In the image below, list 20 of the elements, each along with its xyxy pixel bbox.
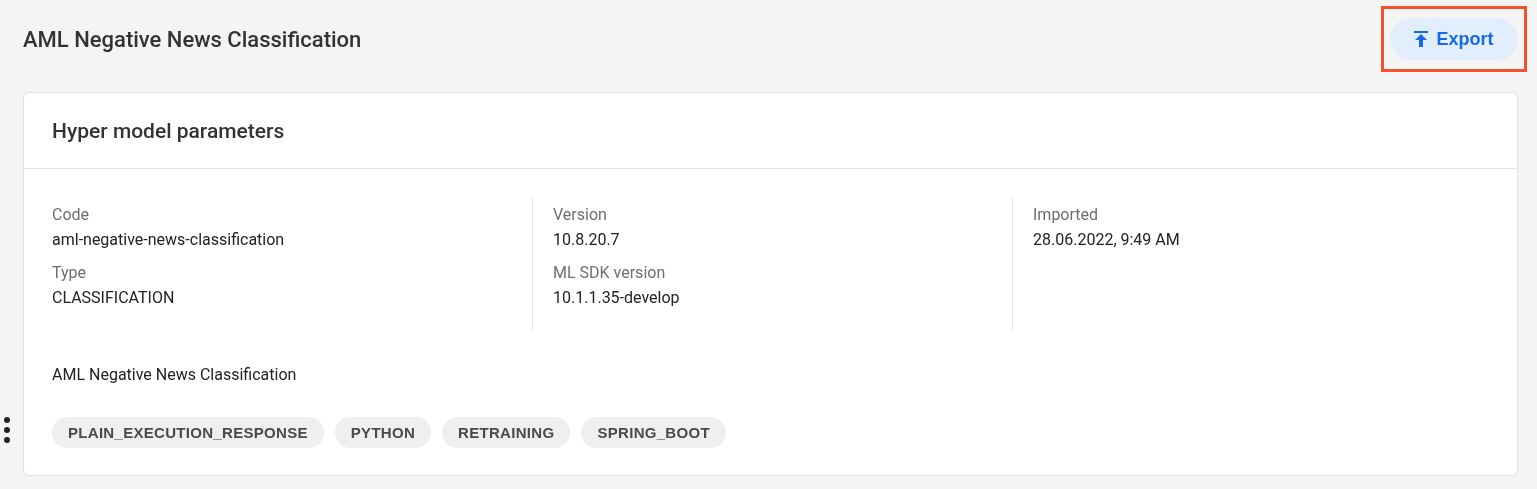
more-options-icon[interactable] [3,416,11,444]
field-label: Type [52,263,88,282]
field-value: 10.1.1.35-develop [553,288,681,307]
tag-chip: SPRING_BOOT [581,417,726,448]
page-title: AML Negative News Classification [23,26,362,52]
card-title: Hyper model parameters [52,118,285,143]
field-label: Code [52,205,91,224]
tag-chip: PLAIN_EXECUTION_RESPONSE [52,417,324,448]
upload-icon [1414,31,1429,47]
field-label: Imported [1033,205,1100,224]
field-value: 10.8.20.7 [553,230,621,249]
field-value: 28.06.2022, 9:49 AM [1033,230,1181,249]
field-label: Version [553,205,608,224]
tag-chip: RETRAINING [442,417,571,448]
model-description: AML Negative News Classification [52,365,298,384]
field-value: CLASSIFICATION [52,288,176,307]
tag-chip: PYTHON [334,417,432,448]
field-label: ML SDK version [553,263,667,282]
export-button[interactable]: Export [1390,18,1518,60]
field-value: aml-negative-news-classification [52,230,286,249]
